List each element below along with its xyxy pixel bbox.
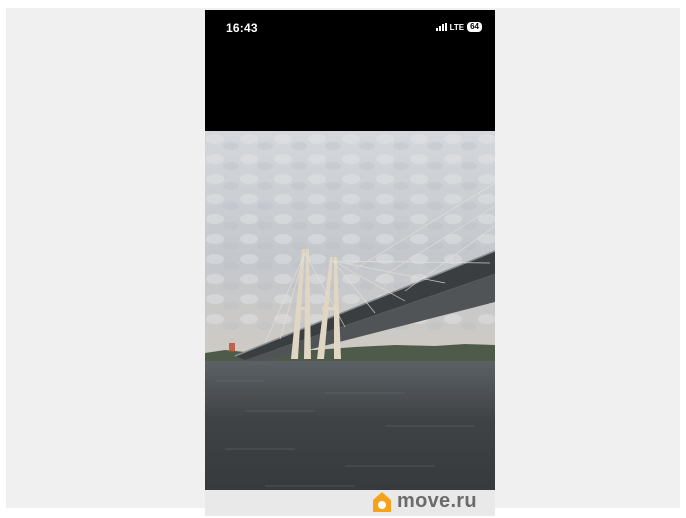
watermark: move.ru bbox=[372, 490, 477, 513]
bridge-photo-image bbox=[205, 131, 495, 507]
watermark-text: move.ru bbox=[397, 490, 477, 512]
signal-icon bbox=[435, 23, 447, 31]
battery-icon: 64 bbox=[467, 22, 482, 32]
house-logo-icon bbox=[373, 491, 391, 512]
status-time: 16:43 bbox=[226, 21, 258, 35]
bridge-photo[interactable] bbox=[205, 131, 495, 507]
network-label: LTE bbox=[449, 22, 465, 32]
status-indicators: LTE 64 bbox=[435, 22, 482, 32]
status-bar: 16:43 LTE 64 bbox=[205, 10, 495, 44]
phone-screenshot: 16:43 LTE 64 bbox=[205, 10, 495, 516]
